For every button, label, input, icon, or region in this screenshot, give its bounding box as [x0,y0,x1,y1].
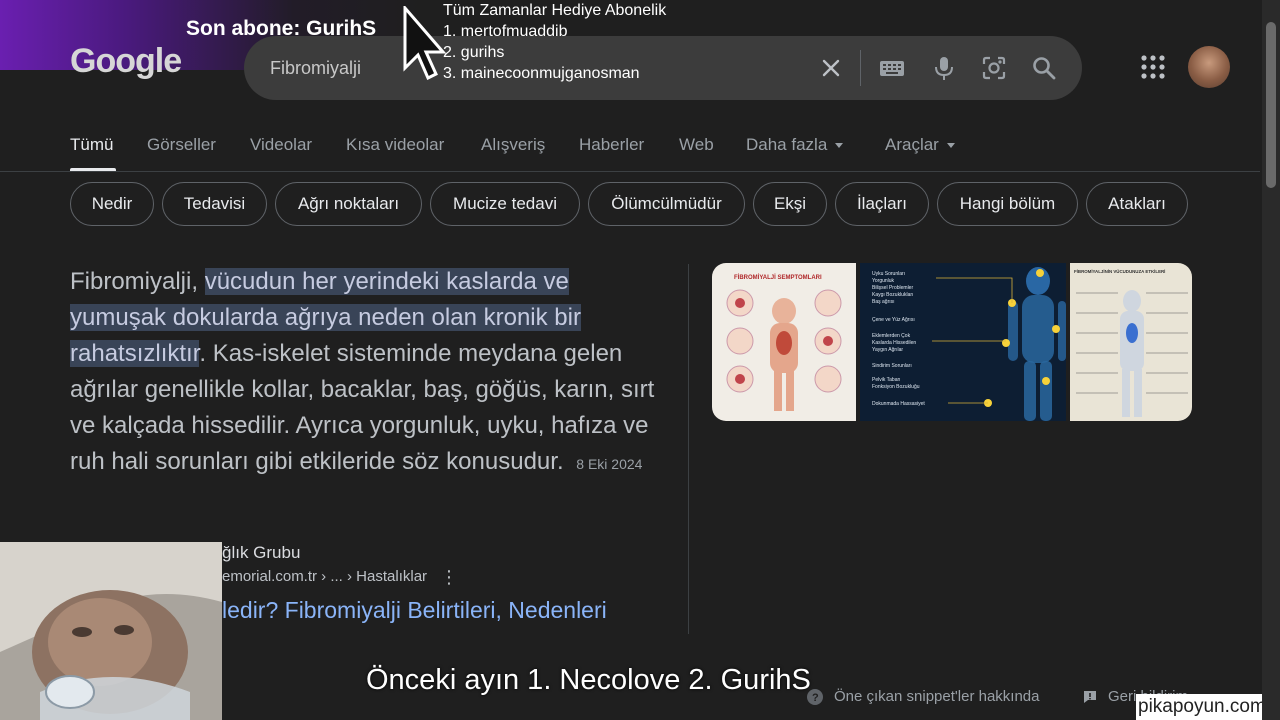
svg-text:Yaygın Ağrılar: Yaygın Ağrılar [872,347,903,353]
tabs-divider [0,171,1260,172]
apps-grid-icon[interactable] [1140,54,1166,80]
stream-subtitle: Önceki ayın 1. Necolove 2. GurihS [366,664,811,696]
chip-mucize-tedavi[interactable]: Mucize tedavi [430,182,580,226]
svg-text:Sindirim Sorunları: Sindirim Sorunları [872,363,912,369]
chip-hangi-bolum[interactable]: Hangi bölüm [937,182,1078,226]
svg-text:Kaygı Bozuklukları: Kaygı Bozuklukları [872,292,913,298]
svg-text:Uyku Sorunları: Uyku Sorunları [872,271,905,277]
gift-sub-item: 1. mertofmuaddib [443,23,568,40]
chip-tedavisi[interactable]: Tedavisi [162,182,267,226]
last-subscriber-label: Son abone: GurihS [186,17,377,40]
tab-all[interactable]: Tümü [70,135,113,155]
snippet-lead: Fibromiyalji, [70,268,205,295]
gift-sub-title: Tüm Zamanlar Hediye Abonelik [443,2,667,19]
tab-more[interactable]: Daha fazla [746,135,844,155]
svg-text:?: ? [812,692,819,704]
help-icon[interactable]: ? [806,688,824,706]
svg-text:Fonksiyon Bozukluğu: Fonksiyon Bozukluğu [872,384,920,390]
svg-text:Eklemlerden Çok: Eklemlerden Çok [872,333,911,339]
svg-text:Bilişsel Problemler: Bilişsel Problemler [872,285,913,291]
chip-nedir[interactable]: Nedir [70,182,154,226]
tab-shopping[interactable]: Alışveriş [481,135,545,155]
tab-more-label: Daha fazla [746,135,828,154]
tab-news[interactable]: Haberler [579,135,644,155]
mouse-cursor-icon [403,6,446,80]
chevron-down-icon [946,143,955,149]
gift-sub-item: 2. gurihs [443,44,505,61]
chevron-down-icon [835,143,844,149]
watermark: pikapoyun.com [1136,694,1280,720]
tab-tools-label: Araçlar [885,135,939,154]
svg-text:FİBROMİYALJİ SEMPTOMLARI: FİBROMİYALJİ SEMPTOMLARI [734,274,822,281]
svg-text:FİBROMİYALJİNİN VÜCUDUNUZA ETK: FİBROMİYALJİNİN VÜCUDUNUZA ETKİLERİ [1074,269,1165,274]
chip-olumculmudur[interactable]: Ölümcülmüdür [588,182,745,226]
search-divider [860,50,861,86]
microphone-icon[interactable] [930,54,958,82]
body-effects-diagram-image[interactable]: FİBROMİYALJİNİN VÜCUDUNUZA ETKİLERİ [1070,263,1192,421]
svg-text:Dokunmada Hassasiyet: Dokunmada Hassasiyet [872,401,925,407]
scrollbar-thumb[interactable] [1266,22,1276,188]
symptoms-chart-image[interactable]: FİBROMİYALJİ SEMPTOMLARI [712,263,856,421]
google-logo[interactable]: Google [70,42,182,81]
about-snippets-link[interactable]: Öne çıkan snippet'ler hakkında [834,688,1040,705]
result-title-link[interactable]: ledir? Fibromiyalji Belirtileri, Nedenle… [222,597,607,624]
svg-text:Baş ağrısı: Baş ağrısı [872,299,895,305]
snippet-date: 8 Eki 2024 [576,456,643,472]
tab-tools[interactable]: Araçlar [885,135,955,155]
tab-short-videos[interactable]: Kısa videolar [346,135,444,155]
more-options-icon[interactable]: ⋮ [440,568,458,586]
snippet-images[interactable]: FİBROMİYALJİ SEMPTOMLARI Uyku Sorunları … [712,263,1192,421]
chip-agri-noktalari[interactable]: Ağrı noktaları [275,182,422,226]
clear-icon[interactable] [817,54,845,82]
chip-ataklari[interactable]: Atakları [1086,182,1188,226]
lens-camera-icon[interactable] [980,54,1008,82]
body-pain-map-image[interactable]: Uyku Sorunları Yorgunluk Bilişsel Proble… [860,263,1066,421]
search-icon[interactable] [1030,54,1058,82]
gift-sub-item: 3. mainecoonmujganosman [443,65,640,82]
chip-eksi[interactable]: Ekşi [753,182,827,226]
keyboard-icon[interactable] [878,54,906,82]
webcam-overlay [0,542,222,720]
account-avatar[interactable] [1188,46,1230,88]
tab-videos[interactable]: Videolar [250,135,312,155]
tab-images[interactable]: Görseller [147,135,216,155]
snippet-divider [688,264,689,634]
chip-ilaclari[interactable]: İlaçları [835,182,929,226]
result-source-name[interactable]: ğlık Grubu [222,543,300,563]
featured-snippet: Fibromiyalji, vücudun her yerindeki kasl… [70,264,662,482]
svg-text:Yorgunluk: Yorgunluk [872,278,895,284]
result-source-url[interactable]: emorial.com.tr › ... › Hastalıklar [222,568,427,585]
tab-web[interactable]: Web [679,135,714,155]
svg-text:Pelvik Taban: Pelvik Taban [872,377,900,383]
feedback-icon[interactable] [1082,689,1098,705]
search-box[interactable] [244,36,1082,100]
svg-text:Kaslarda Hissedilen: Kaslarda Hissedilen [872,340,916,346]
svg-text:Çene ve Yüz Ağrısı: Çene ve Yüz Ağrısı [872,317,915,323]
